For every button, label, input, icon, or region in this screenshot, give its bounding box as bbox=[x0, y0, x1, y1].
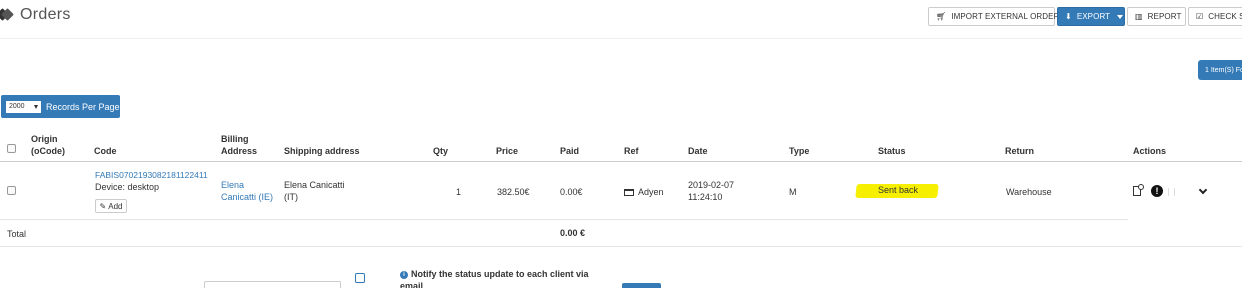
total-paid-value: 0.00 € bbox=[560, 228, 586, 238]
chevron-down-icon[interactable] bbox=[1198, 185, 1208, 195]
header-shipping: Shipping address bbox=[284, 146, 360, 156]
billing-line1: Elena bbox=[221, 180, 245, 190]
shipping-address: Elena Canicatti (IT) bbox=[284, 179, 345, 203]
add-label: Add bbox=[108, 201, 123, 211]
date-line2: 11:24:10 bbox=[688, 192, 723, 202]
shipping-line2: (IT) bbox=[284, 192, 298, 202]
notify-checkbox[interactable] bbox=[355, 273, 365, 283]
credit-card-icon bbox=[624, 189, 634, 197]
notify-line1: Notify the status update to each client … bbox=[411, 269, 589, 279]
notify-text: i Notify the status update to each client… bbox=[400, 268, 600, 288]
header-billing-sub: Address bbox=[221, 146, 258, 156]
header-origin-sub: (oCode) bbox=[31, 146, 65, 156]
shipping-line1: Elena Canicatti bbox=[284, 180, 345, 190]
billing-address-link[interactable]: Elena Canicatti (IE) bbox=[221, 179, 273, 203]
document-settings-icon[interactable] bbox=[1133, 184, 1144, 196]
check-label: CHECK SH bbox=[1208, 12, 1242, 21]
header-date: Date bbox=[688, 146, 708, 156]
header-divider bbox=[0, 38, 1242, 39]
date-line1: 2019-02-07 bbox=[688, 180, 735, 190]
header-paid: Paid bbox=[560, 146, 580, 156]
export-label: EXPORT bbox=[1076, 12, 1111, 21]
import-external-orders-button[interactable]: 🛒︎ IMPORT EXTERNAL ORDERS bbox=[928, 7, 1065, 26]
export-button[interactable]: ⬇ EXPORT bbox=[1057, 7, 1125, 26]
header-return: Return bbox=[1005, 146, 1034, 156]
check-square-icon: ☑ bbox=[1196, 12, 1204, 21]
header-qty: Qty bbox=[433, 146, 449, 156]
check-shipping-button[interactable]: ☑ CHECK SH bbox=[1188, 7, 1242, 26]
type-value: M bbox=[789, 187, 797, 197]
action-separator bbox=[1174, 188, 1175, 196]
date-value: 2019-02-07 11:24:10 bbox=[688, 179, 734, 203]
header-code: Code bbox=[94, 146, 117, 156]
header-origin-label: Origin bbox=[31, 134, 58, 144]
total-label: Total bbox=[7, 229, 27, 239]
add-button[interactable]: ✎ Add bbox=[95, 199, 127, 213]
status-value: Sent back bbox=[878, 185, 919, 195]
header-actions: Actions bbox=[1133, 146, 1167, 156]
ref-cell: Adyen bbox=[624, 186, 664, 198]
info-icon: i bbox=[400, 271, 408, 279]
exclamation-icon[interactable]: ! bbox=[1151, 185, 1163, 197]
paid-value: 0.00€ bbox=[560, 187, 583, 197]
edit-icon: ✎ bbox=[99, 201, 107, 211]
billing-line2: Canicatti (IE) bbox=[221, 192, 274, 202]
header-type: Type bbox=[789, 146, 810, 156]
select-arrow-icon bbox=[34, 104, 38, 109]
header-price: Price bbox=[496, 146, 519, 156]
device-text: Device: desktop bbox=[95, 182, 160, 192]
items-found-button[interactable]: 1 Item(S) Fo bbox=[1198, 60, 1242, 80]
submit-button[interactable] bbox=[622, 283, 661, 288]
bar-chart-icon: ▥ bbox=[1135, 12, 1143, 21]
action-separator bbox=[1168, 188, 1169, 196]
total-divider bbox=[0, 246, 1242, 247]
header-origin: Origin (oCode) bbox=[31, 133, 65, 157]
select-all-checkbox[interactable] bbox=[7, 144, 16, 153]
header-status: Status bbox=[878, 146, 906, 156]
records-value: 2000 bbox=[9, 103, 25, 110]
price-value: 382.50€ bbox=[497, 187, 530, 197]
header-ref: Ref bbox=[624, 146, 639, 156]
header-billing-label: Billing bbox=[221, 134, 249, 144]
report-label: REPORT bbox=[1147, 12, 1182, 21]
ref-value: Adyen bbox=[638, 187, 664, 197]
header-divider-line bbox=[0, 161, 1242, 162]
return-value: Warehouse bbox=[1006, 187, 1052, 197]
records-label: Records Per Page bbox=[46, 101, 120, 112]
caret-down-icon bbox=[1117, 14, 1124, 19]
status-select[interactable] bbox=[204, 281, 341, 288]
page-title-group: Orders bbox=[0, 6, 71, 24]
qty-value: 1 bbox=[456, 187, 462, 197]
tags-icon bbox=[0, 8, 14, 22]
notify-line2: email bbox=[400, 281, 424, 288]
row-divider bbox=[0, 219, 1128, 220]
report-button[interactable]: ▥ REPORT bbox=[1127, 7, 1186, 26]
cart-icon: 🛒︎ bbox=[936, 12, 947, 21]
header-billing: Billing Address bbox=[221, 133, 257, 157]
download-icon: ⬇ bbox=[1065, 12, 1072, 21]
order-code-link[interactable]: FABIS0702193082181122411 bbox=[95, 169, 208, 181]
records-per-page-control[interactable]: 2000 Records Per Page bbox=[1, 95, 120, 118]
page-title: Orders bbox=[20, 6, 71, 23]
import-label: IMPORT EXTERNAL ORDERS bbox=[951, 12, 1065, 21]
records-per-page-select[interactable]: 2000 bbox=[6, 100, 41, 113]
row-checkbox[interactable] bbox=[7, 186, 16, 195]
